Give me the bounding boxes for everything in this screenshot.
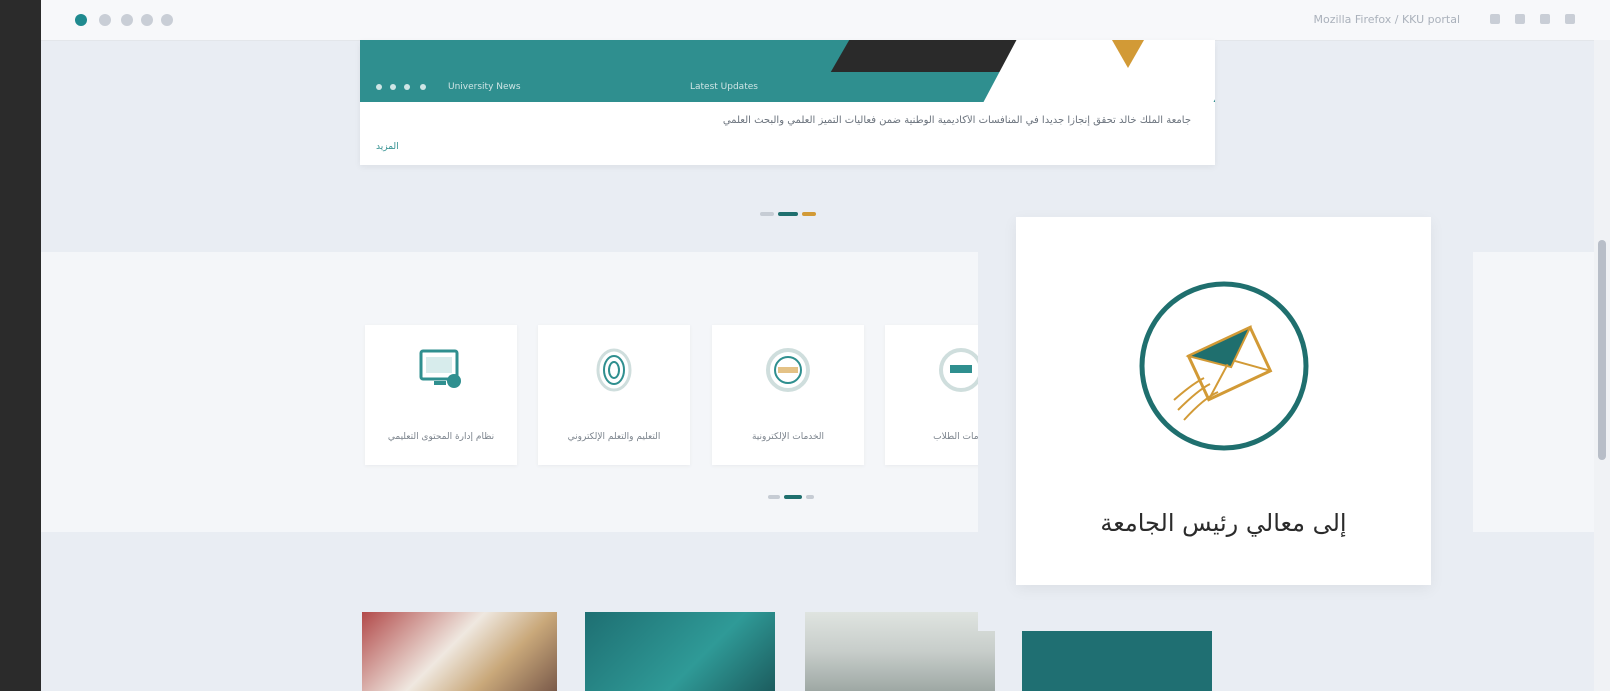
- instagram-icon[interactable]: [404, 84, 410, 90]
- slider-dot[interactable]: [806, 495, 814, 499]
- home-icon[interactable]: [161, 14, 173, 26]
- browser-tab-icon[interactable]: [75, 14, 87, 26]
- monitor-icon: [419, 349, 461, 388]
- slider-dot-active[interactable]: [778, 212, 798, 216]
- maximize-icon[interactable]: [1540, 14, 1550, 24]
- news-slide-card[interactable]: University News Latest Updates جامعة الم…: [360, 40, 1215, 165]
- page-scrollbar[interactable]: [1594, 40, 1610, 691]
- news-slider-indicator[interactable]: [760, 212, 818, 216]
- slider-dot[interactable]: [760, 212, 774, 216]
- facebook-icon[interactable]: [390, 84, 396, 90]
- service-label: التعليم والتعلم الإلكتروني: [567, 432, 661, 442]
- reload-icon[interactable]: [141, 14, 153, 26]
- window-left-edge: [0, 0, 41, 691]
- banner-caption-secondary: Latest Updates: [690, 82, 758, 92]
- gallery-thumbnail[interactable]: [805, 612, 995, 691]
- news-banner-image: University News Latest Updates: [360, 40, 1215, 102]
- slider-dot-active[interactable]: [784, 495, 802, 499]
- gold-logo-mark: [1112, 40, 1144, 68]
- slider-dot[interactable]: [768, 495, 780, 499]
- news-headline[interactable]: جامعة الملك خالد تحقق إنجازا جديدا في ال…: [401, 115, 1191, 126]
- service-label: نظام إدارة المحتوى التعليمي: [387, 432, 495, 442]
- banner-caption: University News: [448, 82, 521, 92]
- minimize-icon[interactable]: [1515, 14, 1525, 24]
- service-card-lms[interactable]: نظام إدارة المحتوى التعليمي: [365, 325, 517, 465]
- fingerprint-icon: [596, 348, 632, 392]
- bookmark-icon[interactable]: [1490, 14, 1500, 24]
- tile-label: إلى معالي رئيس الجامعة: [1100, 509, 1347, 537]
- back-icon[interactable]: [99, 14, 111, 26]
- contact-president-tile[interactable]: إلى معالي رئيس الجامعة: [1016, 217, 1431, 585]
- read-more-link[interactable]: المزيد: [376, 142, 399, 152]
- forward-icon[interactable]: [121, 14, 133, 26]
- globe-icon: [766, 348, 810, 392]
- browser-toolbar: Mozilla Firefox / KKU portal: [41, 0, 1610, 41]
- mail-icon: [1139, 281, 1309, 451]
- service-label: الخدمات الإلكترونية: [751, 432, 825, 442]
- services-slider-indicator[interactable]: [768, 495, 814, 499]
- gallery-thumbnail[interactable]: [362, 612, 557, 691]
- browser-url-text[interactable]: Mozilla Firefox / KKU portal: [1313, 13, 1460, 26]
- service-card-elearning[interactable]: التعليم والتعلم الإلكتروني: [538, 325, 690, 465]
- service-card-eservices[interactable]: الخدمات الإلكترونية: [712, 325, 864, 465]
- slider-dot[interactable]: [802, 212, 816, 216]
- close-icon[interactable]: [1565, 14, 1575, 24]
- scrollbar-thumb[interactable]: [1598, 240, 1606, 460]
- gallery-thumbnail[interactable]: [585, 612, 775, 691]
- youtube-icon[interactable]: [420, 84, 426, 90]
- twitter-icon[interactable]: [376, 84, 382, 90]
